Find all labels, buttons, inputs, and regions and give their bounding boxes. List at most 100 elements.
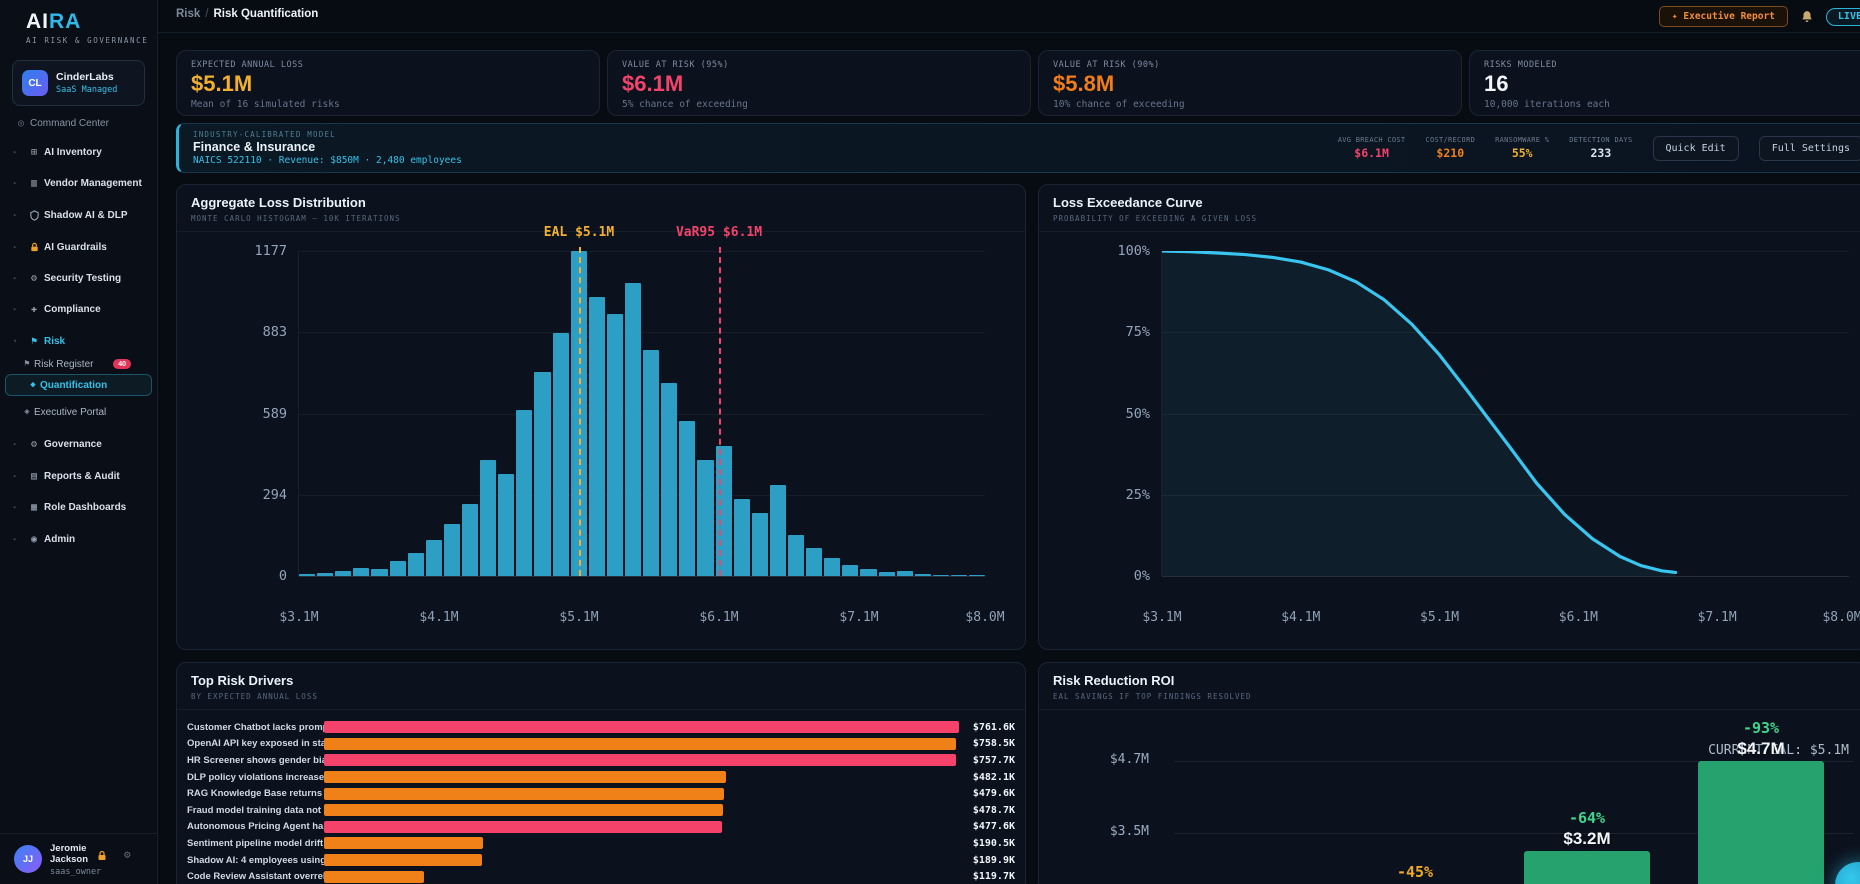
sidebar-item-admin[interactable]: ▸ ◉ Admin xyxy=(0,528,157,550)
sidebar-item-label: Shadow AI & DLP xyxy=(44,209,128,221)
risk-driver-label: DLP policy violations increased 40... xyxy=(187,771,324,783)
risk-driver-row[interactable]: Customer Chatbot lacks prompt i... $761.6… xyxy=(187,719,1015,736)
histogram-bar xyxy=(480,460,497,576)
y-axis-tick: 25% xyxy=(1125,486,1150,503)
industry-stat: AVG BREACH COST $6.1M xyxy=(1338,136,1406,160)
breadcrumb-root[interactable]: Risk xyxy=(176,8,200,20)
user-name: Jeromie Jackson xyxy=(50,843,89,865)
quick-edit-button[interactable]: Quick Edit xyxy=(1652,135,1739,161)
sidebar-item-label: Governance xyxy=(44,438,102,450)
industry-stat: RANSOMWARE % 55% xyxy=(1495,136,1549,160)
org-plan: SaaS Managed xyxy=(56,85,118,95)
kpi-sub: 10,000 iterations each xyxy=(1484,99,1610,110)
risk-driver-row[interactable]: DLP policy violations increased 40... $48… xyxy=(187,769,1015,786)
flag-icon: ⚑ xyxy=(24,359,30,369)
x-axis-tick: $5.1M xyxy=(1419,610,1460,625)
diamond-icon: ◆ xyxy=(30,380,36,390)
industry-stat-label: DETECTION DAYS xyxy=(1569,136,1633,144)
histogram-bar xyxy=(299,574,316,576)
settings-gear-icon[interactable]: ⚙ xyxy=(124,848,131,861)
risk-driver-value: $119.7K xyxy=(972,871,1015,883)
topbar: Risk / Risk Quantification ✦ Executive Rep… xyxy=(158,0,1860,33)
expand-caret-icon: ▸ xyxy=(13,305,18,313)
histogram-bar xyxy=(624,283,642,576)
loss-exceedance-card: Loss Exceedance Curve PROBABILITY OF EXC… xyxy=(1038,184,1860,650)
sidebar-item-quantification[interactable]: ◆ Quantification xyxy=(5,374,152,396)
risk-driver-row[interactable]: Fraud model training data not doc... $478… xyxy=(187,802,1015,819)
roi-value-label: $3.2M xyxy=(1563,829,1611,848)
columns-icon: ▥ xyxy=(30,177,38,189)
histogram-bar xyxy=(317,573,334,576)
kpi-sub: Mean of 16 simulated risks xyxy=(191,99,340,110)
sidebar-item-shadow-ai-dlp[interactable]: ▸ Shadow AI & DLP xyxy=(0,204,157,226)
dashboard-icon: ▦ xyxy=(30,501,38,513)
gridline xyxy=(299,576,985,577)
kpi-card-2: VALUE AT RISK (95%) $6.1M 5% chance of exc… xyxy=(607,50,1031,116)
x-axis-tick: $8.0M xyxy=(965,610,1005,625)
histogram-bars xyxy=(299,251,986,576)
sidebar-item-ai-inventory[interactable]: ▸ ⊞ AI Inventory xyxy=(0,141,157,163)
roi-title: Risk Reduction ROI xyxy=(1053,673,1175,688)
breadcrumb: Risk / Risk Quantification xyxy=(176,8,319,20)
sidebar-item-risk[interactable]: ▾ ⚑ Risk xyxy=(0,330,157,352)
diamond-outline-icon: ◈ xyxy=(24,407,30,417)
risk-driver-row[interactable]: Sentiment pipeline model drift det... $19… xyxy=(187,835,1015,852)
risk-driver-value: $758.5K xyxy=(972,738,1015,750)
sidebar-item-risk-register[interactable]: ⚑ Risk Register 40 xyxy=(0,353,157,375)
kpi-value: $5.8M xyxy=(1053,71,1115,96)
risk-driver-row[interactable]: HR Screener shows gender bias in... $757.… xyxy=(187,752,1015,769)
histogram-subtitle: MONTE CARLO HISTOGRAM — 10K ITERATIONS xyxy=(191,214,401,223)
risk-driver-row[interactable]: Shadow AI: 4 employees using un... $189.9… xyxy=(187,852,1015,869)
histogram-bar xyxy=(552,333,569,576)
sidebar-item-command-center[interactable]: ◎ Command Center xyxy=(0,112,157,134)
risk-driver-bar xyxy=(324,787,724,800)
full-settings-button[interactable]: Full Settings xyxy=(1758,135,1860,161)
user-panel[interactable]: JJ Jeromie Jackson saas_owner ⚙ xyxy=(0,833,157,884)
risk-driver-label: RAG Knowledge Base returns PII i... xyxy=(187,788,324,800)
sidebar-item-role-dashboards[interactable]: ▸ ▦ Role Dashboards xyxy=(0,496,157,518)
sidebar-item-compliance[interactable]: ▸ ✚ Compliance xyxy=(0,298,157,320)
bell-icon[interactable] xyxy=(1800,10,1814,24)
y-axis-tick: 100% xyxy=(1117,243,1150,259)
sidebar-item-label: Quantification xyxy=(40,379,108,391)
sidebar-item-governance[interactable]: ▸ ⚙ Governance xyxy=(0,433,157,455)
sidebar-item-ai-guardrails[interactable]: ▸ AI Guardrails xyxy=(0,236,157,258)
risk-driver-bar xyxy=(324,754,956,767)
executive-report-button[interactable]: ✦ Executive Report xyxy=(1658,6,1788,27)
risk-driver-track xyxy=(324,721,959,734)
histogram-bar xyxy=(661,382,678,576)
industry-stat-value: 55% xyxy=(1511,146,1533,160)
kpi-label: EXPECTED ANNUAL LOSS xyxy=(191,60,304,70)
sidebar-item-label: Compliance xyxy=(44,303,101,315)
roi-bar xyxy=(1524,851,1650,884)
org-switcher[interactable]: CL CinderLabs SaaS Managed xyxy=(12,60,145,106)
plus-icon: ✚ xyxy=(30,303,38,315)
roi-subtitle: EAL SAVINGS IF TOP FINDINGS RESOLVED xyxy=(1053,692,1252,701)
kpi-value: $5.1M xyxy=(191,71,253,96)
histogram-bar xyxy=(643,349,660,576)
exceedance-subtitle: PROBABILITY OF EXCEEDING A GIVEN LOSS xyxy=(1053,214,1258,223)
sidebar-item-vendor-management[interactable]: ▸ ▥ Vendor Management xyxy=(0,172,157,194)
gear-icon: ⚙ xyxy=(30,438,38,450)
risk-driver-label: Sentiment pipeline model drift det... xyxy=(187,837,324,849)
risk-driver-row[interactable]: RAG Knowledge Base returns PII i... $479.… xyxy=(187,785,1015,802)
x-axis-tick: $7.1M xyxy=(839,610,879,625)
histogram-bar xyxy=(969,575,986,576)
y-axis-tick: 0% xyxy=(1133,568,1150,584)
x-axis-tick: $6.1M xyxy=(699,610,739,625)
risk-driver-row[interactable]: Autonomous Pricing Agent has no... $477.6… xyxy=(187,819,1015,836)
risk-driver-row[interactable]: OpenAI API key exposed in stagin... $758.… xyxy=(187,736,1015,753)
expand-caret-icon: ▸ xyxy=(13,179,18,187)
sidebar-item-security-testing[interactable]: ▸ ⚙ Security Testing xyxy=(0,267,157,289)
breadcrumb-current: Risk Quantification xyxy=(213,8,319,20)
sidebar-item-executive-portal[interactable]: ◈ Executive Portal xyxy=(0,401,157,423)
histogram-bar xyxy=(588,297,605,576)
sidebar-item-label: Risk xyxy=(44,335,66,347)
risk-driver-row[interactable]: Code Review Assistant overrelianc... $119… xyxy=(187,868,1015,884)
sidebar-item-reports-audit[interactable]: ▸ ▤ Reports & Audit xyxy=(0,465,157,487)
target-icon: ◎ xyxy=(17,117,25,129)
kpi-value: 16 xyxy=(1484,71,1509,96)
risk-driver-label: Autonomous Pricing Agent has no... xyxy=(187,821,324,833)
industry-name: Finance & Insurance xyxy=(193,140,316,154)
risk-driver-track xyxy=(324,754,959,767)
